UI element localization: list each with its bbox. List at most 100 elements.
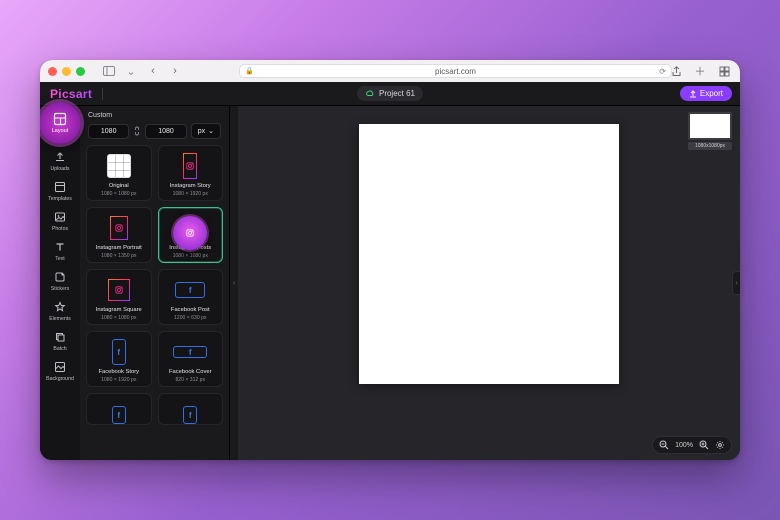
sidebar-toggle-icon[interactable] (101, 63, 117, 79)
preset-title: Facebook Post (171, 308, 210, 314)
preset-thumb (89, 150, 149, 182)
tool-elements[interactable]: Elements (43, 300, 77, 322)
zoom-in-icon[interactable] (699, 440, 709, 450)
tool-batch[interactable]: Batch (43, 330, 77, 352)
project-name: Project 61 (379, 89, 415, 98)
zoom-out-icon[interactable] (659, 440, 669, 450)
preset-dims: 1080 × 1080 px (101, 316, 136, 321)
size-panel: Custom 1080 1080 px ⌄ Original 1080 × 108… (80, 106, 230, 460)
panel-collapse-handle[interactable]: ‹ (230, 106, 238, 460)
preset-dims: 1080 × 1350 px (101, 254, 136, 259)
preset-thumb (89, 212, 149, 244)
minimize-window-dot[interactable] (62, 67, 71, 76)
layout-icon (53, 112, 67, 126)
size-preset-card[interactable]: Instagram Square 1080 × 1080 px (86, 269, 152, 325)
share-icon[interactable] (668, 63, 684, 79)
tool-photos[interactable]: Photos (43, 210, 77, 232)
artboard[interactable] (359, 124, 619, 384)
size-preset-card[interactable]: Instagram Portrait 1080 × 1350 px (86, 207, 152, 263)
canvas-area[interactable]: 1080x1080px › 100% (238, 106, 740, 460)
browser-window: ⌄ ‹ › 🔒 picsart.com ⟳ ＋ Picsart (40, 60, 740, 460)
height-input[interactable]: 1080 (145, 124, 186, 139)
tool-text[interactable]: Text (43, 240, 77, 262)
selected-preset-highlight (173, 216, 207, 250)
tool-templates[interactable]: Templates (43, 180, 77, 202)
size-preset-card[interactable]: Instagram Story 1080 × 1920 px (158, 145, 224, 201)
unit-select[interactable]: px ⌄ (191, 123, 221, 139)
back-button[interactable]: ‹ (145, 63, 161, 79)
upload-icon (53, 150, 67, 164)
address-bar[interactable]: 🔒 picsart.com ⟳ (239, 64, 672, 78)
tool-stickers[interactable]: Stickers (43, 270, 77, 292)
preset-dims: 1080 × 1080 px (101, 192, 136, 197)
zoom-level[interactable]: 100% (675, 442, 693, 449)
preset-title: Instagram Portrait (96, 246, 142, 252)
size-preset-grid: Original 1080 × 1080 px Instagram Story 108… (80, 145, 229, 460)
preset-title: Facebook Cover (169, 370, 212, 376)
right-panel-expand-handle[interactable]: › (732, 271, 740, 295)
tool-label: Templates (48, 196, 72, 202)
stickers-icon (53, 270, 67, 284)
text-icon (53, 240, 67, 254)
preset-thumb (161, 150, 221, 182)
cloud-sync-icon (365, 90, 374, 97)
preset-thumb (89, 274, 149, 306)
preset-title: Original (109, 184, 129, 190)
fullscreen-window-dot[interactable] (76, 67, 85, 76)
preset-title: Instagram Story (170, 184, 211, 190)
size-preset-card[interactable]: Instagram Posts1080 × 1080 px (158, 207, 224, 263)
new-tab-icon[interactable]: ＋ (692, 63, 708, 79)
width-input[interactable]: 1080 (88, 124, 129, 139)
elements-icon (53, 300, 67, 314)
tool-label: Batch (53, 346, 66, 352)
size-preset-card[interactable]: f (158, 393, 224, 425)
size-preset-card[interactable]: f Facebook Cover 820 × 312 px (158, 331, 224, 387)
forward-button[interactable]: › (167, 63, 183, 79)
preset-dims: 1080 × 1920 px (173, 192, 208, 197)
size-preset-card[interactable]: fFacebook Post1200 × 630 px (158, 269, 224, 325)
tab-overview-icon[interactable] (716, 63, 732, 79)
refresh-icon[interactable]: ⟳ (659, 67, 666, 76)
layout-tool-highlight: Layout (40, 102, 81, 144)
preset-thumb: f (89, 336, 149, 368)
chevron-down-icon[interactable]: ⌄ (123, 63, 139, 79)
link-dimensions-icon[interactable] (133, 126, 141, 136)
unit-value: px (198, 128, 205, 135)
url-text: picsart.com (435, 67, 476, 76)
preset-dims: 1200 × 630 px (174, 316, 206, 321)
batch-icon (53, 330, 67, 344)
preset-thumb: f (161, 336, 221, 368)
tool-label: Photos (52, 226, 68, 232)
app-header: Picsart Project 61 Export (40, 82, 740, 106)
preset-dims: 820 × 312 px (175, 378, 205, 383)
lock-icon: 🔒 (245, 67, 254, 75)
brand-logo[interactable]: Picsart (50, 87, 92, 101)
size-preset-card[interactable]: Original 1080 × 1080 px (86, 145, 152, 201)
photos-icon (53, 210, 67, 224)
preset-title: Instagram Square (96, 308, 142, 314)
custom-size-row: 1080 1080 px ⌄ (80, 123, 229, 145)
tool-background[interactable]: Background (43, 360, 77, 382)
size-preset-card[interactable]: f (86, 393, 152, 425)
templates-icon (53, 180, 67, 194)
background-icon (53, 360, 67, 374)
project-chip[interactable]: Project 61 (357, 86, 423, 101)
tool-label: Stickers (51, 286, 69, 292)
preset-dims: 1080 × 1080 px (173, 254, 208, 259)
zoom-toolbar: 100% (652, 436, 732, 454)
header-divider (102, 88, 103, 100)
artboard-preview[interactable]: 1080x1080px (688, 112, 732, 150)
tool-label: Text (55, 256, 65, 262)
size-panel-header: Custom (80, 106, 229, 123)
window-traffic-lights[interactable] (48, 67, 85, 76)
settings-gear-icon[interactable] (715, 440, 725, 450)
close-window-dot[interactable] (48, 67, 57, 76)
size-preset-card[interactable]: fFacebook Story1080 × 1920 px (86, 331, 152, 387)
artboard-thumbnail[interactable] (688, 112, 732, 140)
export-button[interactable]: Export (680, 86, 732, 101)
tool-uploads[interactable]: Uploads (43, 150, 77, 172)
export-label: Export (700, 89, 723, 98)
preset-dims: 1080 × 1920 px (101, 378, 136, 383)
preset-thumb: f (89, 398, 149, 424)
tool-label: Elements (49, 316, 71, 322)
